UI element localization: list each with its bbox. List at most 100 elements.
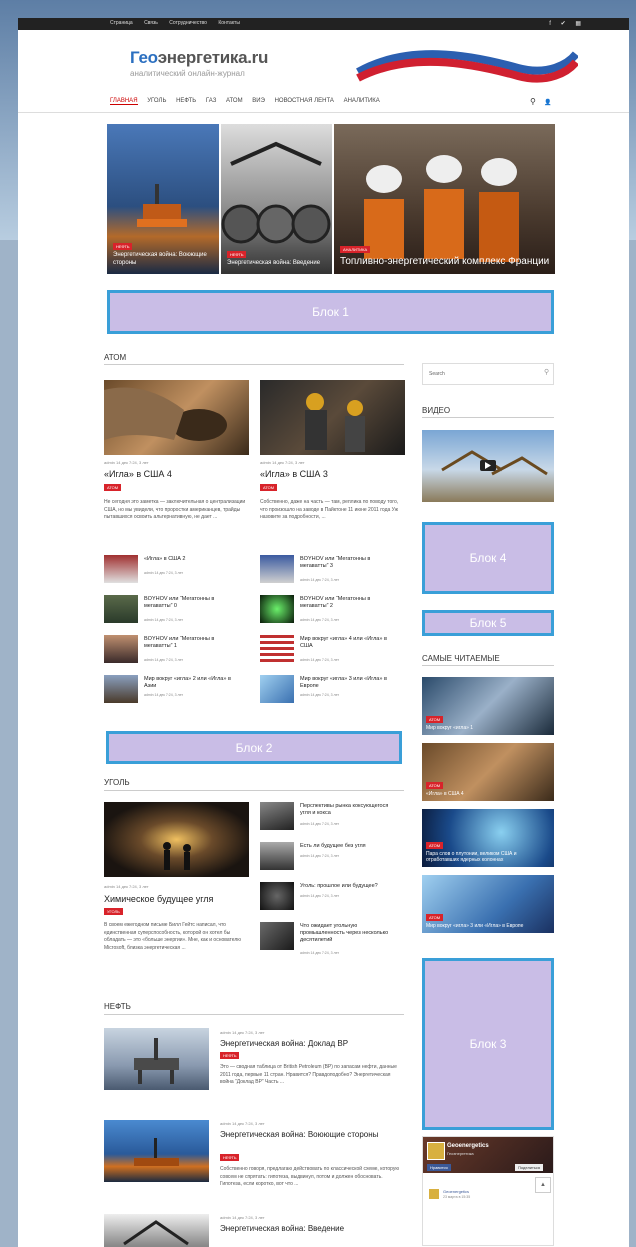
fb-page-name[interactable]: Geoenergetics: [447, 1143, 489, 1149]
list-item-title[interactable]: Перспективы рынка коксующегося угля и ко…: [300, 803, 400, 817]
category-tag[interactable]: АТОМ: [260, 484, 278, 491]
ad-block-1: Блок 1: [107, 290, 554, 334]
fb-post-author[interactable]: Geoenergetics: [443, 1189, 469, 1194]
page: Страница Связь Сотрудничество Контакты f…: [18, 18, 629, 1247]
top-bar: Страница Связь Сотрудничество Контакты f…: [18, 18, 629, 30]
fb-avatar[interactable]: [427, 1142, 445, 1160]
list-thumbnail[interactable]: [260, 635, 294, 663]
article-thumbnail[interactable]: [260, 380, 405, 455]
category-tag[interactable]: НЕФТЬ: [220, 1052, 240, 1059]
article-excerpt: Это — сводная таблица от British Petrole…: [220, 1064, 397, 1085]
list-item-title[interactable]: Мир вокруг «игла» 2 или «Игла» в Азии: [144, 676, 244, 690]
hero-title[interactable]: Энергетическая война: Воюющие стороны: [113, 252, 207, 266]
hero-title[interactable]: Топливно-энергетический комплекс Франции: [340, 256, 549, 267]
list-thumbnail[interactable]: [260, 882, 294, 910]
list-thumbnail[interactable]: [104, 675, 138, 703]
list-thumbnail[interactable]: [260, 842, 294, 870]
list-thumbnail[interactable]: [104, 555, 138, 583]
article-thumbnail[interactable]: [104, 802, 249, 877]
nav-item-oil[interactable]: Нефть: [176, 98, 196, 104]
list-item-title[interactable]: BOYHOV или “Мегатонны в мегаватты” 1: [144, 636, 244, 650]
list-item-title[interactable]: BOYHOV или “Мегатонны в мегаватты” 2: [300, 596, 400, 610]
article-title[interactable]: «Игла» в США 3: [260, 469, 328, 480]
article-title[interactable]: Энергетическая война: Воюющие стороны: [220, 1130, 400, 1140]
twitter-icon[interactable]: ✔: [561, 21, 566, 27]
popular-item[interactable]: АТОМ Мир вокруг «игла» 1: [422, 677, 554, 735]
list-item-title[interactable]: BOYHOV или “Мегатонны в мегаватты” 3: [300, 556, 400, 570]
list-thumbnail[interactable]: [104, 595, 138, 623]
scroll-up-icon[interactable]: ▲: [535, 1177, 551, 1193]
social-links: f ✔ ▦: [541, 20, 581, 27]
hero-item[interactable]: АНАЛИТИКА Топливно-энергетический компле…: [334, 124, 555, 274]
category-tag[interactable]: УГОЛЬ: [104, 908, 123, 915]
fb-share-button[interactable]: Поделиться: [515, 1164, 544, 1171]
list-thumbnail[interactable]: [260, 595, 294, 623]
article-excerpt: Не сегодня это заметка — заключительная …: [104, 499, 246, 520]
facebook-icon[interactable]: f: [549, 21, 551, 27]
search-input[interactable]: Search: [422, 363, 554, 385]
article-thumbnail[interactable]: [104, 1214, 209, 1247]
search-icon[interactable]: ⚲: [544, 368, 549, 376]
article-thumbnail[interactable]: [104, 1120, 209, 1182]
site-logo[interactable]: Геоэнергетика.ru аналитический онлайн-жу…: [130, 48, 268, 78]
section-heading-video[interactable]: Видео: [422, 406, 450, 415]
hero-item[interactable]: НЕФТЬ Энергетическая война: Воюющие стор…: [107, 124, 219, 274]
list-item-title[interactable]: Что ожидает угольную промышленность чере…: [300, 923, 400, 944]
list-item-title[interactable]: Уголь: прошлое или будущее?: [300, 883, 400, 890]
article-title[interactable]: Энергетическая война: Введение: [220, 1224, 400, 1234]
article-meta: admin 14 дек 7:24, 3 лет: [220, 1121, 265, 1126]
rss-icon[interactable]: ▦: [575, 21, 581, 27]
firefighters-image: [305, 393, 365, 452]
nav-divider: [18, 112, 629, 113]
nav-item-analytics[interactable]: Аналитика: [344, 98, 380, 104]
list-thumbnail[interactable]: [260, 922, 294, 950]
article-title[interactable]: Энергетическая война: Доклад BP: [220, 1039, 400, 1049]
list-item-title[interactable]: Мир вокруг «игла» 4 или «Игла» в США: [300, 636, 400, 650]
category-tag[interactable]: НЕФТЬ: [220, 1154, 240, 1161]
list-thumbnail[interactable]: [260, 555, 294, 583]
list-thumbnail[interactable]: [260, 675, 294, 703]
list-thumbnail[interactable]: [260, 802, 294, 830]
list-item-meta: admin 14 дек 7:24, 3 лет: [300, 658, 340, 662]
category-tag: НЕФТЬ: [113, 243, 133, 251]
list-item-title[interactable]: BOYHOV или “Мегатонны в мегаватты” 0: [144, 596, 244, 610]
section-heading-atom[interactable]: Атом: [104, 353, 126, 362]
category-tag[interactable]: АТОМ: [104, 484, 122, 491]
nav-item-home[interactable]: Главная: [110, 98, 138, 105]
nav-item-atom[interactable]: Атом: [226, 98, 243, 104]
fb-like-button[interactable]: Нравится: [427, 1164, 451, 1171]
list-thumbnail[interactable]: [104, 635, 138, 663]
category-tag: АТОМ: [426, 716, 444, 723]
popular-item[interactable]: АТОМ Мир вокруг «игла» 3 или «Игла» в Ев…: [422, 875, 554, 933]
nav-item-renewables[interactable]: ВИЭ: [252, 98, 265, 104]
article-title[interactable]: Химическое будущее угля: [104, 894, 213, 905]
top-link-contacts[interactable]: Контакты: [218, 20, 240, 26]
top-link-page[interactable]: Страница: [110, 20, 133, 26]
user-icon[interactable]: 👤: [544, 100, 551, 106]
section-divider: [104, 790, 404, 791]
category-tag: НЕФТЬ: [227, 251, 247, 259]
article-meta: admin 14 дек 7:24, 3 лет: [104, 460, 149, 465]
top-link-contact[interactable]: Связь: [144, 20, 158, 26]
article-title[interactable]: «Игла» в США 4: [104, 469, 172, 480]
nav-item-newsfeed[interactable]: Новостная лента: [275, 98, 334, 104]
video-thumbnail[interactable]: [422, 430, 554, 502]
hero-item[interactable]: НЕФТЬ Энергетическая война: Введение: [221, 124, 332, 274]
pumpjack-image: [441, 450, 548, 476]
list-item-title[interactable]: «Игла» в США 2: [144, 556, 244, 563]
nav-item-gas[interactable]: Газ: [206, 98, 216, 104]
section-heading-popular[interactable]: Самые читаемые: [422, 654, 500, 663]
list-item-title[interactable]: Есть ли будущее без угля: [300, 843, 400, 850]
list-item-title[interactable]: Мир вокруг «игла» 3 или «Игла» в Европе: [300, 676, 400, 690]
section-heading-oil[interactable]: Нефть: [104, 1002, 131, 1011]
search-icon[interactable]: ⚲: [530, 97, 536, 106]
article-thumbnail[interactable]: [104, 1028, 209, 1090]
top-link-cooperation[interactable]: Сотрудничество: [169, 20, 207, 26]
section-heading-coal[interactable]: Уголь: [104, 778, 130, 787]
hero-title[interactable]: Энергетическая война: Введение: [227, 260, 320, 266]
popular-item[interactable]: АТОМ «Игла» в США 4: [422, 743, 554, 801]
logo-name: Геоэнергетика.ru: [130, 48, 268, 68]
popular-item[interactable]: АТОМ Пара слов о плутонии, великом США и…: [422, 809, 554, 867]
nav-item-coal[interactable]: Уголь: [147, 98, 166, 104]
article-thumbnail[interactable]: [104, 380, 249, 455]
